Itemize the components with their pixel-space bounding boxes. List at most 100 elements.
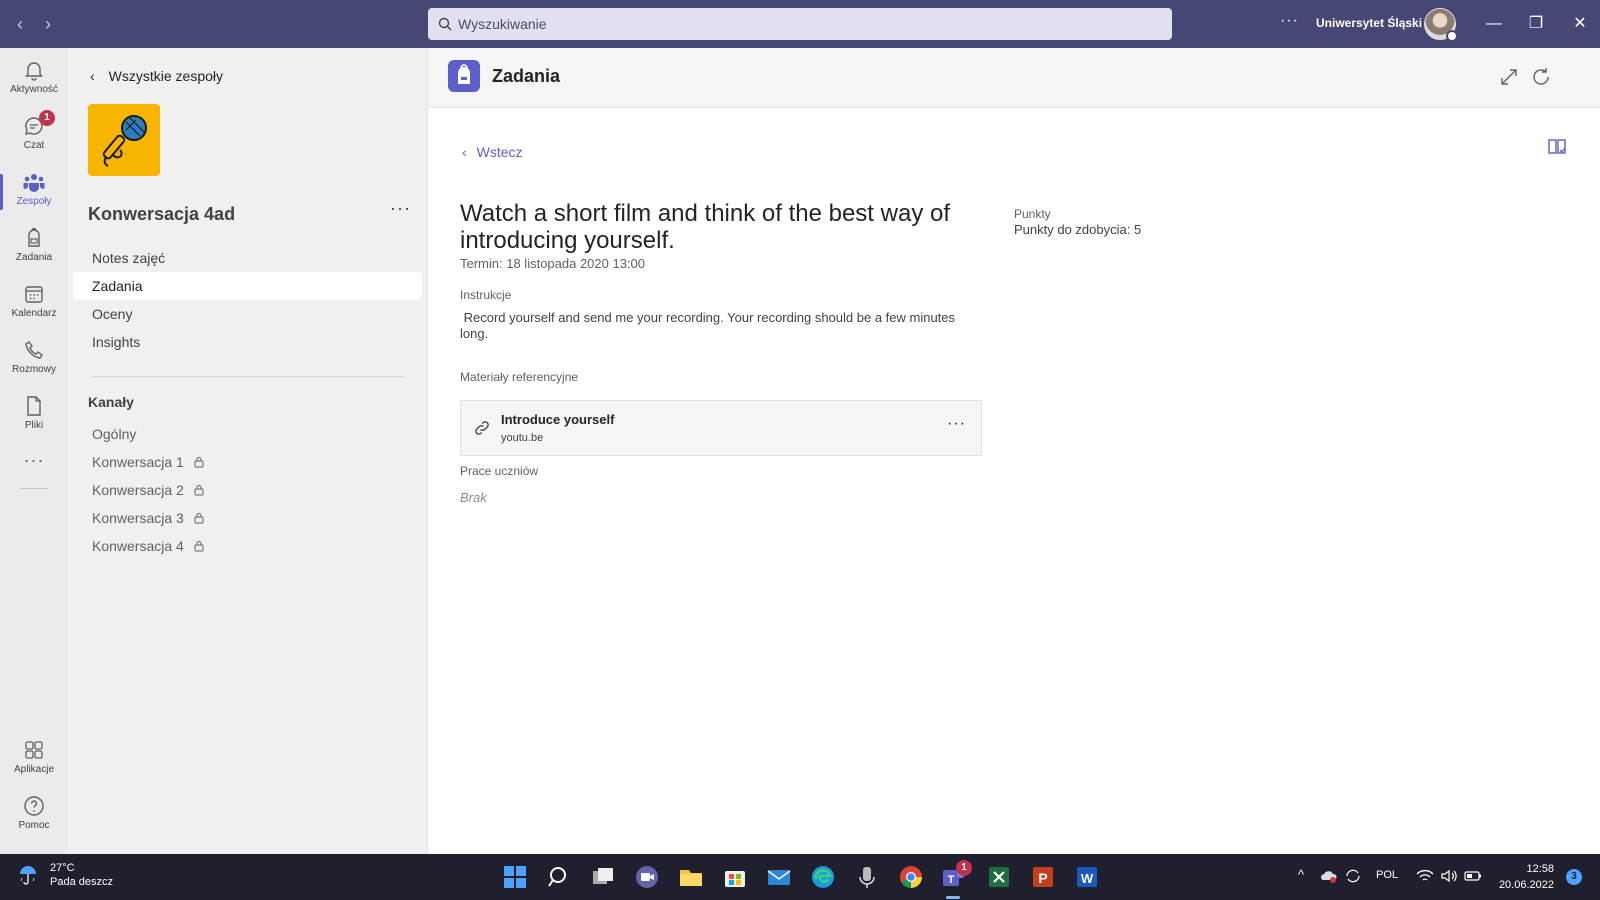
immersive-reader-icon[interactable] bbox=[1546, 136, 1568, 158]
wifi-icon[interactable] bbox=[1416, 868, 1434, 884]
rail-item-calls[interactable]: Rozmowy bbox=[0, 332, 68, 388]
chevron-left-icon: ‹ bbox=[462, 144, 467, 160]
channel-label: Konwersacja 4 bbox=[92, 538, 184, 554]
channel-konwersacja-3[interactable]: Konwersacja 3 bbox=[73, 504, 422, 532]
store-icon[interactable] bbox=[720, 862, 750, 892]
clock[interactable]: 12:58 20.06.2022 bbox=[1494, 861, 1554, 893]
microphone-icon bbox=[102, 115, 147, 167]
back-arrow-icon[interactable]: ‹ bbox=[10, 12, 30, 36]
chrome-icon[interactable] bbox=[896, 862, 926, 892]
rail-item-activity[interactable]: Aktywność bbox=[0, 52, 68, 108]
app-rail: Aktywność 1 Czat Zespoły Zadania Kalenda… bbox=[0, 48, 68, 854]
teams-taskbar-badge: 1 bbox=[956, 860, 972, 876]
file-explorer-icon[interactable] bbox=[676, 862, 706, 892]
microphone-app-icon[interactable] bbox=[852, 862, 882, 892]
edge-icon[interactable] bbox=[808, 862, 838, 892]
volume-icon[interactable] bbox=[1440, 868, 1458, 884]
onedrive-icon[interactable] bbox=[1320, 868, 1338, 884]
instructions-text: Record yourself and send me your recordi… bbox=[460, 310, 959, 341]
rail-more-apps-button[interactable]: ··· bbox=[0, 444, 68, 500]
team-menu-grades[interactable]: Oceny bbox=[73, 300, 422, 328]
notification-badge[interactable]: 3 bbox=[1566, 869, 1582, 885]
organization-name[interactable]: Uniwersytet Śląski bbox=[1316, 16, 1422, 30]
app-title: Zadania bbox=[492, 66, 561, 86]
search-box[interactable] bbox=[428, 8, 1172, 40]
search-input[interactable] bbox=[458, 16, 1148, 32]
assignments-app-icon bbox=[448, 60, 480, 92]
sync-icon[interactable] bbox=[1344, 868, 1362, 884]
lock-icon bbox=[194, 485, 204, 496]
lock-icon bbox=[194, 541, 204, 552]
minimize-icon[interactable]: — bbox=[1482, 12, 1506, 36]
restore-icon[interactable]: ❐ bbox=[1524, 12, 1548, 36]
chevron-up-icon[interactable]: ^ bbox=[1298, 867, 1304, 882]
help-icon bbox=[24, 796, 44, 816]
title-bar: ‹ › ··· Uniwersytet Śląski — ❐ ✕ bbox=[0, 0, 1600, 48]
points-label: Punkty bbox=[1014, 207, 1051, 221]
assignment-title: Watch a short film and think of the best… bbox=[460, 200, 951, 254]
expand-icon[interactable] bbox=[1498, 66, 1520, 88]
channel-label: Konwersacja 2 bbox=[92, 482, 184, 498]
team-menu-assignments[interactable]: Zadania bbox=[73, 272, 422, 300]
meet-icon[interactable] bbox=[632, 862, 662, 892]
bell-icon bbox=[25, 62, 43, 81]
rail-divider bbox=[20, 488, 48, 489]
phone-icon bbox=[25, 341, 43, 359]
rail-label: Aktywność bbox=[10, 84, 58, 95]
search-icon[interactable] bbox=[544, 862, 574, 892]
task-view-icon[interactable] bbox=[588, 862, 618, 892]
rail-label: Zadania bbox=[15, 252, 53, 263]
channel-label: Konwersacja 1 bbox=[92, 454, 184, 470]
rail-item-teams[interactable]: Zespoły bbox=[0, 164, 68, 220]
settings-more-button[interactable]: ··· bbox=[1280, 12, 1299, 30]
temperature: 27°C bbox=[50, 862, 75, 874]
instructions-label: Instrukcje bbox=[460, 288, 512, 302]
rail-item-apps[interactable]: Aplikacje bbox=[0, 732, 68, 788]
team-menu-insights[interactable]: Insights bbox=[73, 328, 422, 356]
team-panel: ‹ Wszystkie zespoły Konwersacja 4ad ··· … bbox=[68, 48, 428, 854]
link-icon bbox=[475, 421, 489, 435]
forward-arrow-icon[interactable]: › bbox=[38, 12, 58, 36]
word-icon[interactable]: W bbox=[1072, 862, 1102, 892]
channel-general[interactable]: Ogólny bbox=[73, 420, 422, 448]
rail-label: Kalendarz bbox=[11, 308, 57, 319]
rail-label: Aplikacje bbox=[13, 764, 55, 775]
weather-widget[interactable]: 27°C Pada deszcz bbox=[16, 862, 113, 888]
due-date: Termin: 18 listopada 2020 13:00 bbox=[460, 256, 646, 271]
teams-taskbar-icon[interactable]: T 1 bbox=[938, 860, 972, 899]
divider bbox=[92, 376, 404, 377]
language-indicator[interactable]: POL bbox=[1376, 869, 1398, 881]
taskbar: 27°C Pada deszcz T 1 P W ^ POL 12:58 20.… bbox=[0, 854, 1600, 900]
all-teams-back-link[interactable]: ‹ Wszystkie zespoły bbox=[90, 68, 223, 84]
team-menu-class-notebook[interactable]: Notes zajęć bbox=[73, 244, 422, 272]
rail-label: Pomoc bbox=[18, 820, 50, 831]
reference-material-card[interactable]: Introduce yourself youtu.be ··· bbox=[460, 400, 982, 456]
student-work-label: Prace uczniów bbox=[460, 464, 539, 478]
channels-heading: Kanały bbox=[88, 394, 134, 410]
close-icon[interactable]: ✕ bbox=[1568, 12, 1592, 36]
channel-konwersacja-4[interactable]: Konwersacja 4 bbox=[73, 532, 422, 560]
rail-item-calendar[interactable]: Kalendarz bbox=[0, 276, 68, 332]
all-teams-label: Wszystkie zespoły bbox=[108, 68, 224, 84]
more-icon: ··· bbox=[23, 450, 45, 470]
svg-text:T: T bbox=[948, 874, 955, 886]
reference-source: youtu.be bbox=[501, 432, 544, 444]
team-more-button[interactable]: ··· bbox=[390, 198, 411, 219]
rail-item-help[interactable]: Pomoc bbox=[0, 788, 68, 844]
channel-konwersacja-1[interactable]: Konwersacja 1 bbox=[73, 448, 422, 476]
lock-icon bbox=[194, 513, 204, 524]
excel-icon[interactable] bbox=[984, 862, 1014, 892]
rail-item-chat[interactable]: 1 Czat bbox=[0, 108, 68, 164]
mail-icon[interactable] bbox=[764, 862, 794, 892]
windows-start-icon[interactable] bbox=[500, 862, 530, 892]
refresh-icon[interactable] bbox=[1530, 66, 1552, 88]
powerpoint-icon[interactable]: P bbox=[1028, 862, 1058, 892]
avatar[interactable] bbox=[1424, 8, 1458, 42]
reference-more-button[interactable]: ··· bbox=[947, 415, 966, 433]
back-button[interactable]: ‹ Wstecz bbox=[462, 144, 523, 160]
rail-item-files[interactable]: Pliki bbox=[0, 388, 68, 444]
battery-icon[interactable] bbox=[1464, 869, 1482, 883]
rail-item-assignments[interactable]: Zadania bbox=[0, 220, 68, 276]
chevron-left-icon: ‹ bbox=[90, 68, 95, 84]
channel-konwersacja-2[interactable]: Konwersacja 2 bbox=[73, 476, 422, 504]
